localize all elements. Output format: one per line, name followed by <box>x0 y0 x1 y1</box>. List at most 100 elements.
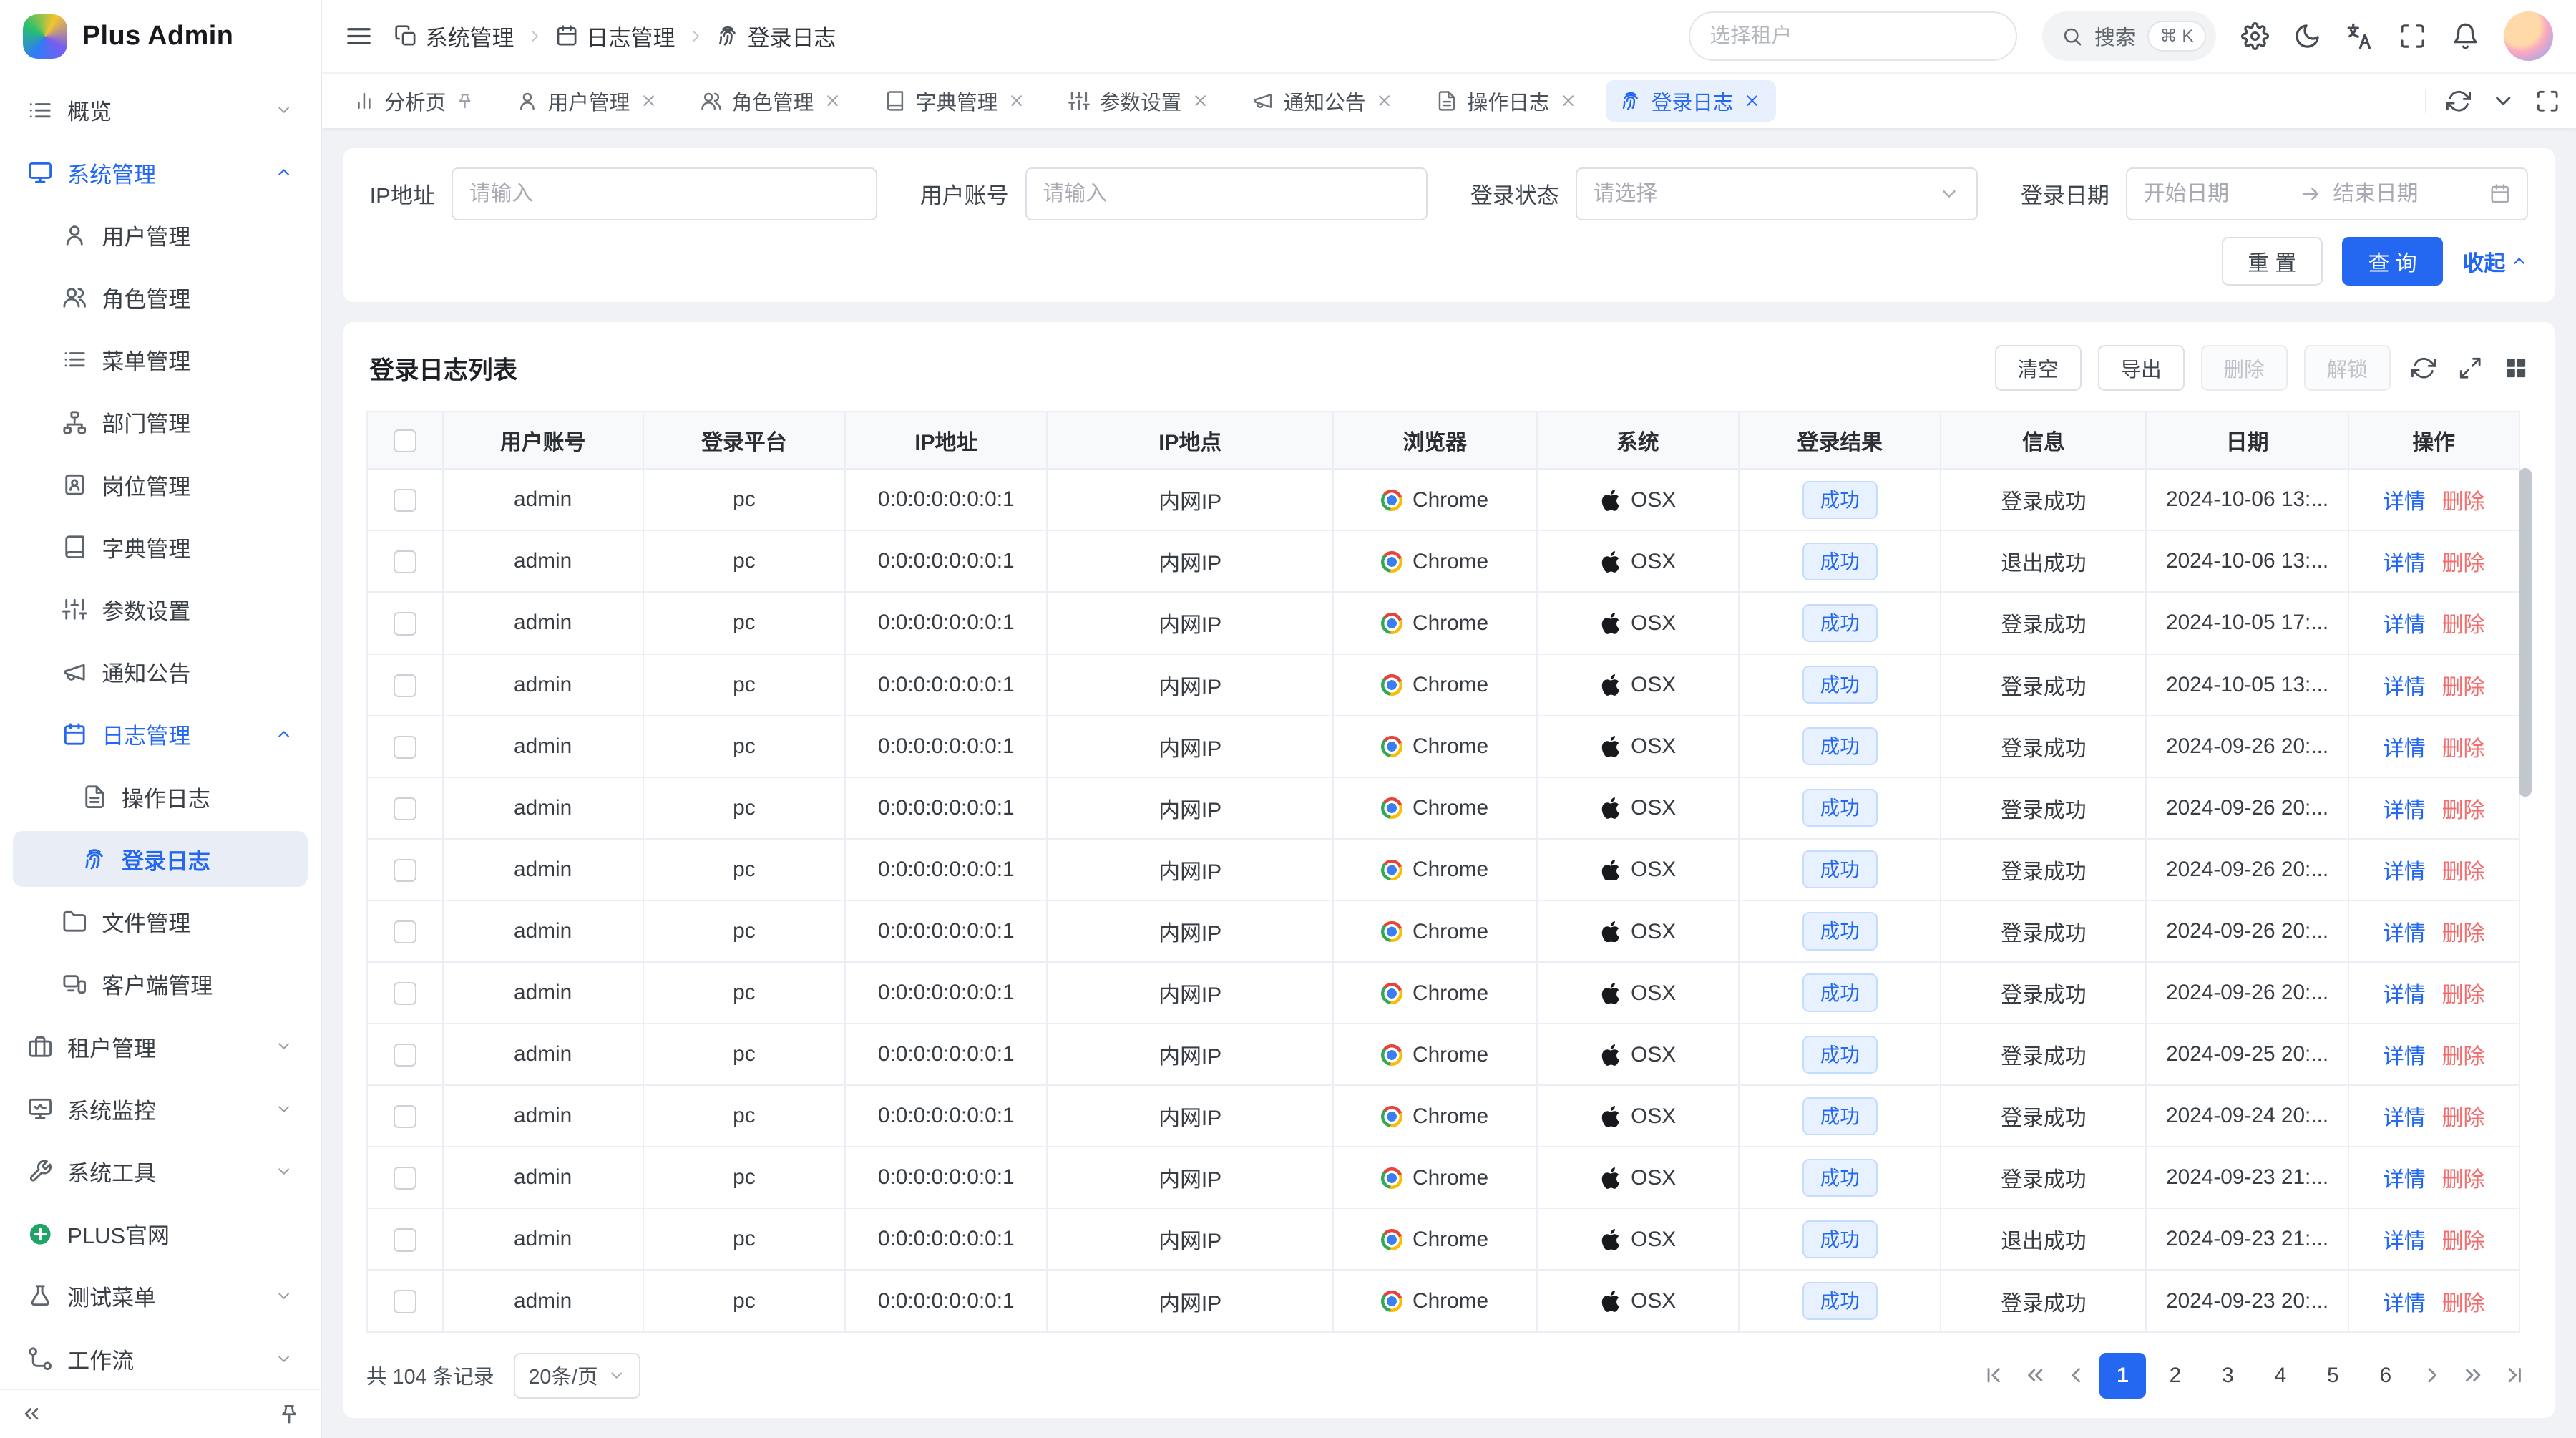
row-checkbox[interactable] <box>394 982 416 1005</box>
user-account-input[interactable] <box>1043 182 1410 206</box>
close-icon[interactable] <box>1743 92 1761 110</box>
pin-sidebar-button[interactable] <box>278 1402 301 1425</box>
query-button[interactable]: 查 询 <box>2342 237 2443 286</box>
search-button[interactable]: 搜索 ⌘ K <box>2042 11 2217 61</box>
table-scrollbar[interactable] <box>2519 468 2532 1333</box>
page-button-3[interactable]: 3 <box>2205 1353 2250 1399</box>
refresh-icon[interactable] <box>2446 89 2471 113</box>
breadcrumb-item[interactable]: 登录日志 <box>716 20 836 52</box>
detail-link[interactable]: 详情 <box>2383 1045 2426 1069</box>
sidebar-item[interactable]: 岗位管理 <box>13 457 307 512</box>
chevron-down-icon[interactable] <box>2491 89 2515 113</box>
detail-link[interactable]: 详情 <box>2383 676 2426 699</box>
hamburger-menu-icon[interactable] <box>345 22 373 50</box>
tab-item[interactable]: 登录日志 <box>1606 80 1777 121</box>
refresh-icon[interactable] <box>2411 356 2436 380</box>
scrollbar-thumb[interactable] <box>2519 468 2532 797</box>
sidebar-item[interactable]: 租户管理 <box>13 1019 307 1074</box>
tab-item[interactable]: 操作日志 <box>1422 80 1593 121</box>
detail-link[interactable]: 详情 <box>2383 552 2426 575</box>
row-checkbox[interactable] <box>394 1290 416 1313</box>
page-button-5[interactable]: 5 <box>2310 1353 2356 1399</box>
row-checkbox[interactable] <box>394 612 416 635</box>
close-icon[interactable] <box>640 92 658 110</box>
delete-link[interactable]: 删除 <box>2442 922 2485 946</box>
row-checkbox[interactable] <box>394 1167 416 1190</box>
user-avatar[interactable] <box>2504 11 2553 61</box>
detail-link[interactable]: 详情 <box>2383 922 2426 946</box>
detail-link[interactable]: 详情 <box>2383 799 2426 822</box>
sidebar-item[interactable]: 概览 <box>13 82 307 138</box>
row-checkbox[interactable] <box>394 859 416 882</box>
reset-button[interactable]: 重 置 <box>2222 237 2323 286</box>
jump-back-button[interactable] <box>2023 1363 2047 1387</box>
detail-link[interactable]: 详情 <box>2383 1230 2426 1253</box>
sidebar-item[interactable]: 部门管理 <box>13 394 307 450</box>
delete-link[interactable]: 删除 <box>2442 1230 2485 1253</box>
translate-icon[interactable] <box>2346 22 2374 50</box>
sidebar-item[interactable]: 用户管理 <box>13 207 307 263</box>
sidebar-item[interactable]: 测试菜单 <box>13 1268 307 1324</box>
page-button-1[interactable]: 1 <box>2099 1353 2145 1399</box>
next-page-button[interactable] <box>2420 1363 2444 1387</box>
first-page-button[interactable] <box>1981 1363 2006 1387</box>
sidebar-item[interactable]: 系统监控 <box>13 1081 307 1137</box>
tab-item[interactable]: 分析页 <box>338 80 489 121</box>
delete-link[interactable]: 删除 <box>2442 983 2485 1007</box>
delete-link[interactable]: 删除 <box>2442 1292 2485 1316</box>
delete-link[interactable]: 删除 <box>2442 1107 2485 1130</box>
pin-icon[interactable] <box>456 92 474 110</box>
expand-icon[interactable] <box>2458 356 2482 380</box>
sidebar-item[interactable]: 文件管理 <box>13 894 307 950</box>
detail-link[interactable]: 详情 <box>2383 613 2426 637</box>
collapse-filters-link[interactable]: 收起 <box>2463 246 2529 277</box>
last-page-button[interactable] <box>2502 1363 2527 1387</box>
row-checkbox[interactable] <box>394 1044 416 1067</box>
close-icon[interactable] <box>1008 92 1025 110</box>
row-checkbox[interactable] <box>394 550 416 573</box>
row-checkbox[interactable] <box>394 736 416 759</box>
tab-item[interactable]: 参数设置 <box>1053 80 1224 121</box>
row-checkbox[interactable] <box>394 489 416 512</box>
row-checkbox[interactable] <box>394 920 416 943</box>
tab-item[interactable]: 字典管理 <box>869 80 1040 121</box>
jump-forward-button[interactable] <box>2461 1363 2485 1387</box>
page-button-4[interactable]: 4 <box>2258 1353 2303 1399</box>
fullscreen-icon[interactable] <box>2535 89 2560 113</box>
detail-link[interactable]: 详情 <box>2383 490 2426 514</box>
detail-link[interactable]: 详情 <box>2383 860 2426 884</box>
sidebar-item[interactable]: 参数设置 <box>13 582 307 638</box>
detail-link[interactable]: 详情 <box>2383 1168 2426 1192</box>
delete-link[interactable]: 删除 <box>2442 1045 2485 1069</box>
login-date-range[interactable] <box>2126 167 2529 220</box>
tenant-select[interactable] <box>1689 11 2017 61</box>
sidebar-item[interactable]: PLUS官网 <box>13 1206 307 1262</box>
delete-link[interactable]: 删除 <box>2442 1168 2485 1192</box>
page-size-select[interactable]: 20条/页 <box>514 1353 640 1399</box>
sidebar-item[interactable]: 系统工具 <box>13 1144 307 1200</box>
prev-page-button[interactable] <box>2064 1363 2088 1387</box>
detail-link[interactable]: 详情 <box>2383 1292 2426 1316</box>
page-button-6[interactable]: 6 <box>2363 1353 2409 1399</box>
unlock-button[interactable]: 解锁 <box>2304 345 2391 391</box>
clear-button[interactable]: 清空 <box>1995 345 2082 391</box>
gear-icon[interactable] <box>2241 22 2269 50</box>
sidebar-item[interactable]: 登录日志 <box>13 831 307 887</box>
delete-link[interactable]: 删除 <box>2442 552 2485 575</box>
detail-link[interactable]: 详情 <box>2383 983 2426 1007</box>
sidebar-item[interactable]: 日志管理 <box>13 706 307 762</box>
delete-link[interactable]: 删除 <box>2442 737 2485 761</box>
bell-icon[interactable] <box>2451 22 2479 50</box>
page-button-2[interactable]: 2 <box>2152 1353 2198 1399</box>
close-icon[interactable] <box>824 92 841 110</box>
moon-icon[interactable] <box>2293 22 2321 50</box>
sidebar-item[interactable]: 工作流 <box>13 1331 307 1386</box>
close-icon[interactable] <box>1375 92 1393 110</box>
select-all-checkbox[interactable] <box>394 429 416 452</box>
export-button[interactable]: 导出 <box>2098 345 2185 391</box>
tab-item[interactable]: 用户管理 <box>502 80 673 121</box>
sidebar-item[interactable]: 客户端管理 <box>13 956 307 1012</box>
sidebar-item[interactable]: 操作日志 <box>13 769 307 825</box>
delete-link[interactable]: 删除 <box>2442 676 2485 699</box>
row-checkbox[interactable] <box>394 1105 416 1128</box>
